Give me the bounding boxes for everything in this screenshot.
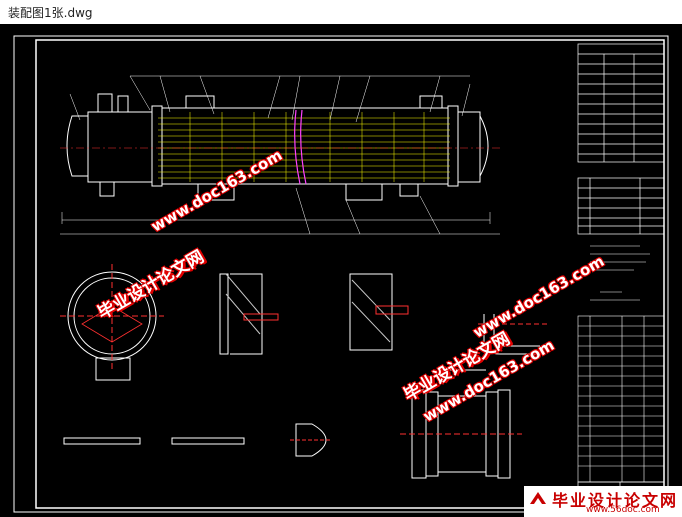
- parts-list: [577, 315, 665, 483]
- baffles: [189, 112, 425, 182]
- detail-view-4: [63, 423, 330, 457]
- technical-table: [577, 43, 665, 163]
- cad-drawing-canvas[interactable]: www.doc163.com 毕业设计论文网 www.doc163.com 毕业…: [0, 24, 682, 517]
- detail-view-2: [349, 273, 409, 351]
- nozzle-table: [577, 177, 665, 235]
- logo-icon: [530, 492, 546, 504]
- logo-url: www.56doc.com: [586, 505, 660, 515]
- window-titlebar: 装配图1张.dwg: [0, 0, 682, 25]
- break-line: [294, 109, 307, 185]
- technical-table-rows: [578, 63, 664, 155]
- detail-view-1: [219, 273, 279, 355]
- window-title: 装配图1张.dwg: [8, 6, 93, 20]
- site-logo: 毕业设计论文网 www.56doc.com: [524, 486, 682, 517]
